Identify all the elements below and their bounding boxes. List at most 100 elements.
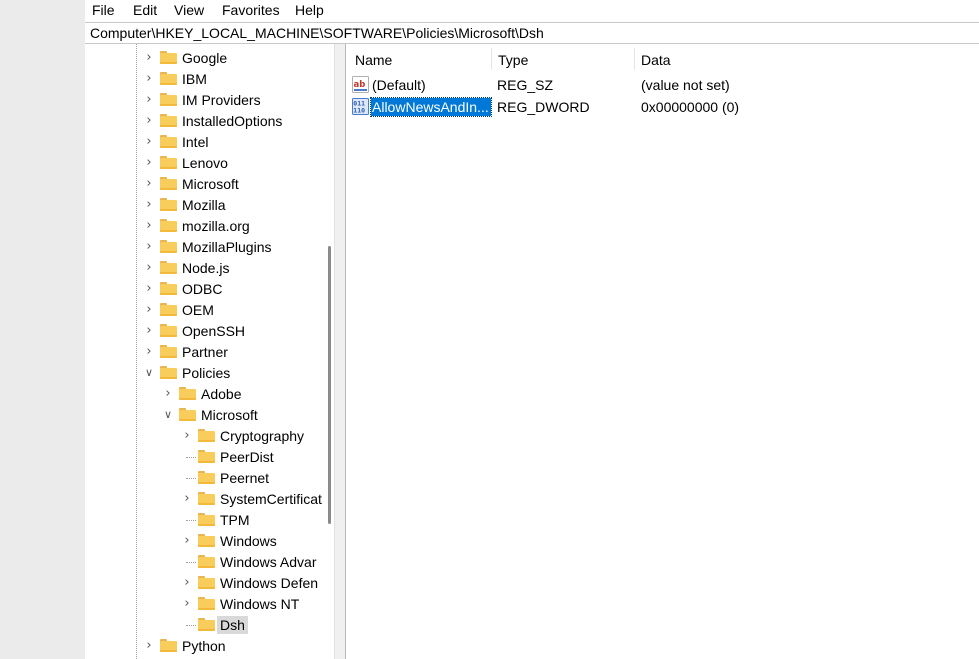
chevron-right-icon[interactable]: › [181, 429, 193, 443]
tree-label: Python [182, 638, 226, 654]
value-row-allownewsandinterests[interactable]: 011 110 AllowNewsAndIn... REG_DWORD 0x00… [346, 96, 979, 118]
folder-icon [160, 114, 177, 127]
column-separator[interactable] [491, 48, 492, 70]
tree-label: Lenovo [182, 155, 228, 171]
address-bar[interactable]: Computer\HKEY_LOCAL_MACHINE\SOFTWARE\Pol… [85, 22, 979, 44]
tree-connector [186, 520, 196, 521]
folder-icon [160, 198, 177, 211]
tree-guide-line [136, 44, 137, 659]
folder-icon [160, 261, 177, 274]
chevron-right-icon[interactable]: › [143, 198, 155, 212]
menu-view[interactable]: View [172, 1, 206, 19]
tree-label: Cryptography [220, 428, 305, 444]
chevron-right-icon[interactable]: › [143, 114, 155, 128]
folder-icon [179, 387, 196, 400]
tree-label: mozilla.org [182, 218, 250, 234]
chevron-right-icon[interactable]: › [181, 492, 193, 506]
folder-icon [160, 135, 177, 148]
folder-icon [160, 303, 177, 316]
tree-scrollbar-thumb[interactable] [328, 246, 331, 524]
chevron-right-icon[interactable]: › [143, 51, 155, 65]
pane-splitter[interactable] [334, 44, 346, 659]
tree-label: IBM [182, 71, 207, 87]
tree-label: Mozilla [182, 197, 226, 213]
menu-file[interactable]: File [90, 1, 117, 19]
column-header-type[interactable]: Type [498, 52, 528, 69]
chevron-right-icon[interactable]: › [181, 597, 193, 611]
folder-icon [160, 72, 177, 85]
tree-label: Partner [182, 344, 228, 360]
tree-label: Google [182, 50, 228, 66]
tree-label: Microsoft [201, 407, 258, 423]
column-header-name[interactable]: Name [355, 52, 392, 69]
chevron-right-icon[interactable]: › [143, 324, 155, 338]
chevron-right-icon[interactable]: › [143, 240, 155, 254]
chevron-right-icon[interactable]: › [181, 576, 193, 590]
chevron-right-icon[interactable]: › [143, 72, 155, 86]
column-header-data[interactable]: Data [641, 52, 671, 69]
value-row-default[interactable]: ab (Default) REG_SZ (value not set) [346, 74, 979, 96]
folder-icon [160, 177, 177, 190]
chevron-right-icon[interactable]: › [143, 156, 155, 170]
value-data: 0x00000000 (0) [641, 99, 740, 115]
folder-icon [198, 534, 215, 547]
chevron-right-icon[interactable]: › [143, 282, 155, 296]
folder-icon [198, 471, 215, 484]
chevron-right-icon[interactable]: › [143, 303, 155, 317]
value-data: (value not set) [641, 77, 730, 93]
key-tree-pane[interactable]: › Google › IBM › IM Providers › Installe… [85, 44, 335, 659]
chevron-right-icon[interactable]: › [143, 639, 155, 653]
folder-icon [160, 345, 177, 358]
folder-icon [198, 597, 215, 610]
menu-help[interactable]: Help [293, 1, 326, 19]
folder-icon [198, 576, 215, 589]
folder-open-icon [179, 408, 196, 421]
tree-label: Policies [182, 365, 231, 381]
chevron-right-icon[interactable]: › [143, 219, 155, 233]
svg-text:ab: ab [354, 80, 366, 90]
value-name: (Default) [372, 77, 426, 93]
chevron-down-icon[interactable]: ∨ [143, 366, 155, 380]
menu-edit[interactable]: Edit [131, 1, 159, 19]
column-separator[interactable] [634, 48, 635, 70]
menu-bar: File Edit View Favorites Help [85, 0, 979, 20]
folder-icon [198, 450, 215, 463]
tree-connector [186, 478, 196, 479]
tree-label: Dsh [217, 616, 248, 634]
folder-open-icon [160, 366, 177, 379]
string-value-icon: ab [352, 76, 369, 93]
chevron-right-icon[interactable]: › [162, 387, 174, 401]
tree-connector [186, 625, 196, 626]
chevron-right-icon[interactable]: › [181, 534, 193, 548]
tree-connector [186, 457, 196, 458]
folder-icon [160, 282, 177, 295]
tree-label: OEM [182, 302, 214, 318]
tree-label: TPM [220, 512, 250, 528]
chevron-down-icon[interactable]: ∨ [162, 408, 174, 422]
svg-text:110: 110 [353, 107, 365, 115]
folder-icon [160, 93, 177, 106]
tree-label: PeerDist [220, 449, 274, 465]
desktop-background [0, 0, 85, 659]
folder-icon [160, 51, 177, 64]
tree-label: InstalledOptions [182, 113, 283, 129]
value-type: REG_DWORD [497, 99, 590, 115]
folder-icon [198, 429, 215, 442]
chevron-right-icon[interactable]: › [143, 177, 155, 191]
chevron-right-icon[interactable]: › [143, 345, 155, 359]
tree-label: ODBC [182, 281, 223, 297]
tree-label: Adobe [201, 386, 242, 402]
menu-favorites[interactable]: Favorites [220, 1, 282, 19]
chevron-right-icon[interactable]: › [143, 261, 155, 275]
value-type: REG_SZ [497, 77, 554, 93]
tree-label: OpenSSH [182, 323, 246, 339]
address-path[interactable]: Computer\HKEY_LOCAL_MACHINE\SOFTWARE\Pol… [90, 25, 544, 42]
tree-label: Windows Defen [220, 575, 319, 591]
chevron-right-icon[interactable]: › [143, 135, 155, 149]
dword-value-icon: 011 110 [352, 98, 369, 115]
value-name: AllowNewsAndIn... [370, 97, 492, 117]
chevron-right-icon[interactable]: › [143, 93, 155, 107]
registry-editor-window: File Edit View Favorites Help Computer\H… [85, 0, 979, 659]
values-list-pane[interactable]: Name Type Data ab (Default) REG_SZ (valu… [346, 44, 979, 659]
tree-label: Peernet [220, 470, 270, 486]
